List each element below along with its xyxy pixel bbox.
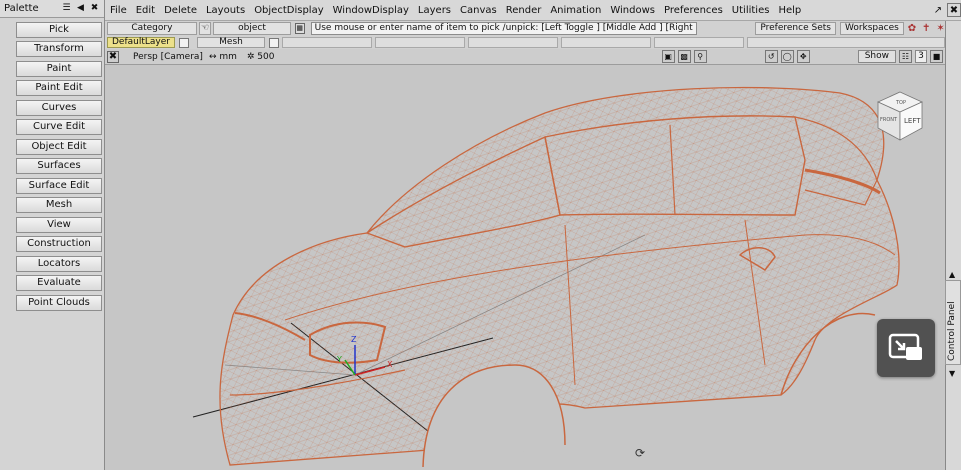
menu-edit[interactable]: Edit: [133, 5, 161, 16]
close-icon[interactable]: ✖: [89, 3, 100, 14]
control-panel-label: Control Panel: [947, 301, 957, 361]
camera-icon[interactable]: ▣: [661, 50, 675, 63]
palette-transform-button[interactable]: Transform: [16, 41, 102, 57]
menu-windows[interactable]: Windows: [607, 5, 661, 16]
strip-arrow-up-icon[interactable]: ▲: [949, 270, 955, 279]
palette-locators-button[interactable]: Locators: [16, 255, 102, 272]
axis-x-label: X: [387, 360, 393, 369]
viewcube-top-label: TOP: [895, 100, 906, 106]
wireframe-canvas[interactable]: Z X Y: [105, 65, 945, 470]
palette-point-clouds-button[interactable]: Point Clouds: [16, 294, 102, 311]
tumble-icon[interactable]: ↺: [764, 50, 778, 63]
menu-layers[interactable]: Layers: [415, 5, 457, 16]
viewcube-front-label: FRONT: [880, 117, 898, 123]
collapse-icon[interactable]: ◀: [75, 3, 86, 14]
viewport-close-icon[interactable]: ✖: [107, 50, 119, 63]
menu-delete[interactable]: Delete: [161, 5, 203, 16]
grid-icon[interactable]: ☷: [899, 50, 912, 63]
pip-icon: [888, 333, 922, 360]
palette-view-button[interactable]: View: [16, 216, 102, 233]
menu-bar: File Edit Delete Layouts ObjectDisplay Window…: [105, 0, 961, 21]
palette-curves-button[interactable]: Curves: [16, 99, 102, 116]
paint-icon[interactable]: ✿: [906, 22, 918, 36]
camera-label: Persp [Camera]: [133, 51, 203, 62]
menu-windowdisplay[interactable]: WindowDisplay: [330, 5, 415, 16]
show-button[interactable]: Show: [857, 50, 896, 63]
palette-curve-edit-button[interactable]: Curve Edit: [16, 119, 102, 135]
palette-paint-edit-button[interactable]: Paint Edit: [16, 80, 102, 96]
menu-utilities[interactable]: Utilities: [729, 5, 776, 16]
menu-items: File Edit Delete Layouts ObjectDisplay Window…: [107, 5, 807, 16]
layer-slot[interactable]: [561, 37, 651, 48]
viewport-title-bar: ✖ Persp [Camera] ↔ mm ✲ 500 ▣ ▩ ⚲ ↺ ◯ ✥ …: [105, 49, 945, 65]
strip-arrow-down-icon[interactable]: ▼: [949, 369, 955, 378]
pick-prompt-input[interactable]: Use mouse or enter name of item to pick …: [310, 22, 698, 35]
pan-icon[interactable]: ✥: [796, 50, 810, 63]
zoom-icon[interactable]: ⚲: [693, 50, 707, 63]
rotate-cursor-icon: ⟳: [635, 446, 646, 460]
car-wireframe[interactable]: [205, 65, 925, 470]
menu-canvas[interactable]: Canvas: [457, 5, 503, 16]
layer-bar: DefaultLayer Mesh: [105, 36, 961, 49]
palette-construction-button[interactable]: Construction: [16, 236, 102, 252]
right-strip: [945, 21, 961, 470]
palette-object-edit-button[interactable]: Object Edit: [16, 138, 102, 155]
close-window-icon[interactable]: ✖: [947, 3, 961, 17]
palette-surface-edit-button[interactable]: Surface Edit: [16, 177, 102, 194]
menu-preferences[interactable]: Preferences: [661, 5, 729, 16]
palette-evaluate-button[interactable]: Evaluate: [16, 275, 102, 291]
menu-objectdisplay[interactable]: ObjectDisplay: [251, 5, 329, 16]
units-label: ↔ mm: [208, 51, 237, 62]
view-cube[interactable]: TOP FRONT LEFT: [870, 88, 930, 148]
control-panel-tab[interactable]: Control Panel: [945, 280, 961, 365]
film-icon[interactable]: ▩: [677, 50, 691, 63]
palette-mesh-button[interactable]: Mesh: [16, 197, 102, 213]
sphere-icon[interactable]: ◯: [780, 50, 794, 63]
default-layer-checkbox[interactable]: [179, 37, 189, 48]
axis-y-label: Y: [336, 355, 342, 364]
palette-surfaces-button[interactable]: Surfaces: [16, 158, 102, 174]
list-icon[interactable]: ☰: [61, 3, 72, 14]
palette-title: Palette: [4, 3, 39, 14]
pick-tool-icon[interactable]: ☜: [198, 22, 212, 35]
menu-render[interactable]: Render: [503, 5, 548, 16]
maximize-icon[interactable]: ■: [930, 50, 943, 63]
prompt-icon[interactable]: ▦: [294, 23, 305, 34]
default-layer-tab[interactable]: DefaultLayer: [107, 37, 175, 48]
window-number[interactable]: 3: [915, 50, 927, 63]
menu-help[interactable]: Help: [775, 5, 807, 16]
perspective-viewport[interactable]: Z X Y: [105, 65, 945, 470]
layer-slot[interactable]: [468, 37, 558, 48]
category-field[interactable]: Category: [107, 22, 197, 35]
pick-toolbar: Category ☜ object ▦ Use mouse or enter n…: [105, 21, 961, 36]
layer-slot[interactable]: [747, 37, 945, 48]
menu-layouts[interactable]: Layouts: [203, 5, 251, 16]
mesh-layer-checkbox[interactable]: [269, 37, 279, 48]
axis-z-label: Z: [351, 335, 357, 344]
menu-file[interactable]: File: [107, 5, 133, 16]
viewcube-left-label: LEFT: [904, 117, 921, 125]
move-icon[interactable]: ✝: [920, 22, 932, 36]
workspaces-tab[interactable]: Workspaces: [839, 22, 904, 35]
picture-in-picture-button[interactable]: [877, 319, 935, 377]
palette-paint-button[interactable]: Paint: [16, 60, 102, 77]
palette-list: Pick Transform Paint Paint Edit Curves Curve …: [0, 21, 104, 311]
object-field[interactable]: object: [213, 22, 291, 35]
mesh-layer-tab[interactable]: Mesh: [197, 37, 265, 48]
layer-slot[interactable]: [375, 37, 465, 48]
layer-slot[interactable]: [654, 37, 744, 48]
preference-sets-tab[interactable]: Preference Sets: [755, 22, 836, 35]
scale-label: ✲ 500: [246, 51, 275, 62]
palette-pick-button[interactable]: Pick: [16, 21, 102, 38]
layer-slot[interactable]: [282, 37, 372, 48]
expand-icon[interactable]: ↗: [931, 3, 945, 17]
menu-animation[interactable]: Animation: [547, 5, 607, 16]
palette-header: Palette ☰ ◀ ✖: [0, 0, 104, 18]
palette-panel: Palette ☰ ◀ ✖ Pick Transform Paint Paint Ed…: [0, 0, 105, 470]
